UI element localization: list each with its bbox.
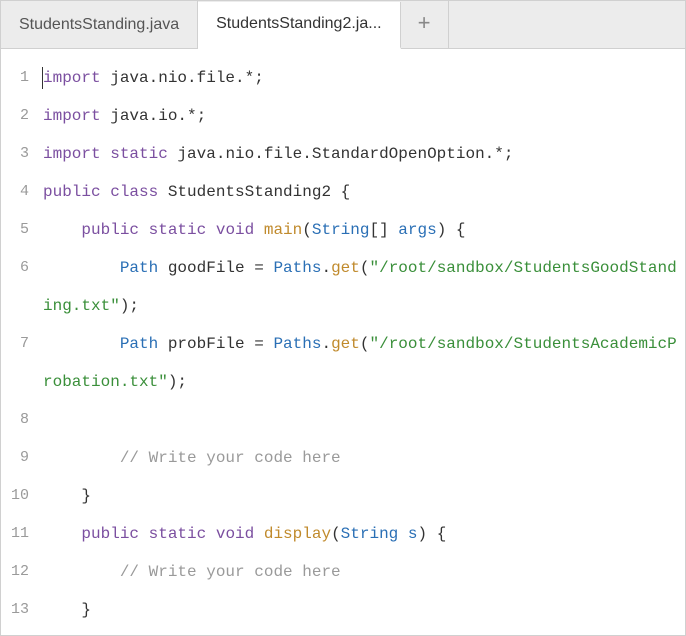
type: Paths [273,259,321,277]
paren: ) { [437,221,466,239]
code-content[interactable]: import java.nio.file.*; import java.io.*… [37,59,685,635]
param: s [398,525,417,543]
keyword: class [101,183,159,201]
star: * [187,107,197,125]
operator: = [254,259,273,277]
line-gutter: 1 2 3 4 5 6 7 8 9 10 11 12 13 14 15 [1,59,37,635]
new-tab-button[interactable]: + [401,1,449,48]
paren: ); [120,297,139,315]
package: java.io. [101,107,187,125]
keyword: static [101,145,168,163]
type: Path [120,259,158,277]
class-name: StudentsStanding2 [158,183,340,201]
param: args [398,221,436,239]
code-line: public static void display(String s) { [43,515,685,553]
paren: ( [331,525,341,543]
tab-bar: StudentsStanding.java StudentsStanding2.… [1,1,685,49]
keyword: public [81,221,139,239]
comment: // Write your code here [120,449,341,467]
indent [43,221,81,239]
type: Path [120,335,158,353]
line-number: 11 [1,515,37,553]
tab-inactive[interactable]: StudentsStanding.java [1,1,198,48]
keyword: static [139,525,206,543]
keyword: import [43,145,101,163]
dot: . [321,259,331,277]
comment: // Write your code here [120,563,341,581]
paren: ) { [417,525,446,543]
method-name: main [254,221,302,239]
indent [43,259,120,277]
semicolon: ; [197,107,207,125]
code-line: // Write your code here [43,553,685,591]
star: * [245,69,255,87]
code-line: import java.nio.file.*; [43,59,685,97]
indent [43,563,120,581]
line-number: 9 [1,439,37,477]
semicolon: ; [254,69,264,87]
tab-active[interactable]: StudentsStanding2.ja... [198,2,400,49]
code-area[interactable]: 1 2 3 4 5 6 7 8 9 10 11 12 13 14 15 impo… [1,49,685,635]
type: String [341,525,399,543]
line-number: 1 [1,59,37,97]
brace: } [81,487,91,505]
code-line: public static void main(String[] args) { [43,211,685,249]
paren: ( [302,221,312,239]
line-number: 13 [1,591,37,629]
line-number: 8 [1,401,37,439]
indent [43,487,81,505]
method-name: get [331,335,360,353]
keyword: void [206,221,254,239]
indent [43,601,81,619]
code-line: } [43,629,685,635]
code-line: // Write your code here [43,439,685,477]
line-number: 4 [1,173,37,211]
line-number: 7 [1,325,37,401]
line-number: 14 [1,629,37,635]
code-line: public class StudentsStanding2 { [43,173,685,211]
keyword: public [81,525,139,543]
code-line: } [43,477,685,515]
indent [43,525,81,543]
operator: = [254,335,273,353]
line-number: 12 [1,553,37,591]
variable: goodFile [158,259,254,277]
line-number: 10 [1,477,37,515]
line-number: 6 [1,249,37,325]
package: java.nio.file. [101,69,245,87]
method-name: get [331,259,360,277]
star: * [494,145,504,163]
code-line: } [43,591,685,629]
code-editor: StudentsStanding.java StudentsStanding2.… [0,0,686,636]
line-number: 2 [1,97,37,135]
keyword: void [206,525,254,543]
package: java.nio.file.StandardOpenOption. [168,145,494,163]
code-line: Path probFile = Paths.get("/root/sandbox… [43,325,685,401]
type: Paths [273,335,321,353]
brace: { [341,183,351,201]
keyword: import [43,69,101,87]
variable: probFile [158,335,254,353]
code-line [43,401,685,439]
indent [43,335,120,353]
line-number: 3 [1,135,37,173]
indent [43,449,120,467]
code-line: Path goodFile = Paths.get("/root/sandbox… [43,249,685,325]
semicolon: ; [504,145,514,163]
line-number: 5 [1,211,37,249]
code-line: import static java.nio.file.StandardOpen… [43,135,685,173]
code-line: import java.io.*; [43,97,685,135]
paren: ); [168,373,187,391]
keyword: import [43,107,101,125]
keyword: public [43,183,101,201]
type: String [312,221,370,239]
dot: . [321,335,331,353]
method-name: display [254,525,331,543]
brackets: [] [369,221,398,239]
brace: } [81,601,91,619]
keyword: static [139,221,206,239]
